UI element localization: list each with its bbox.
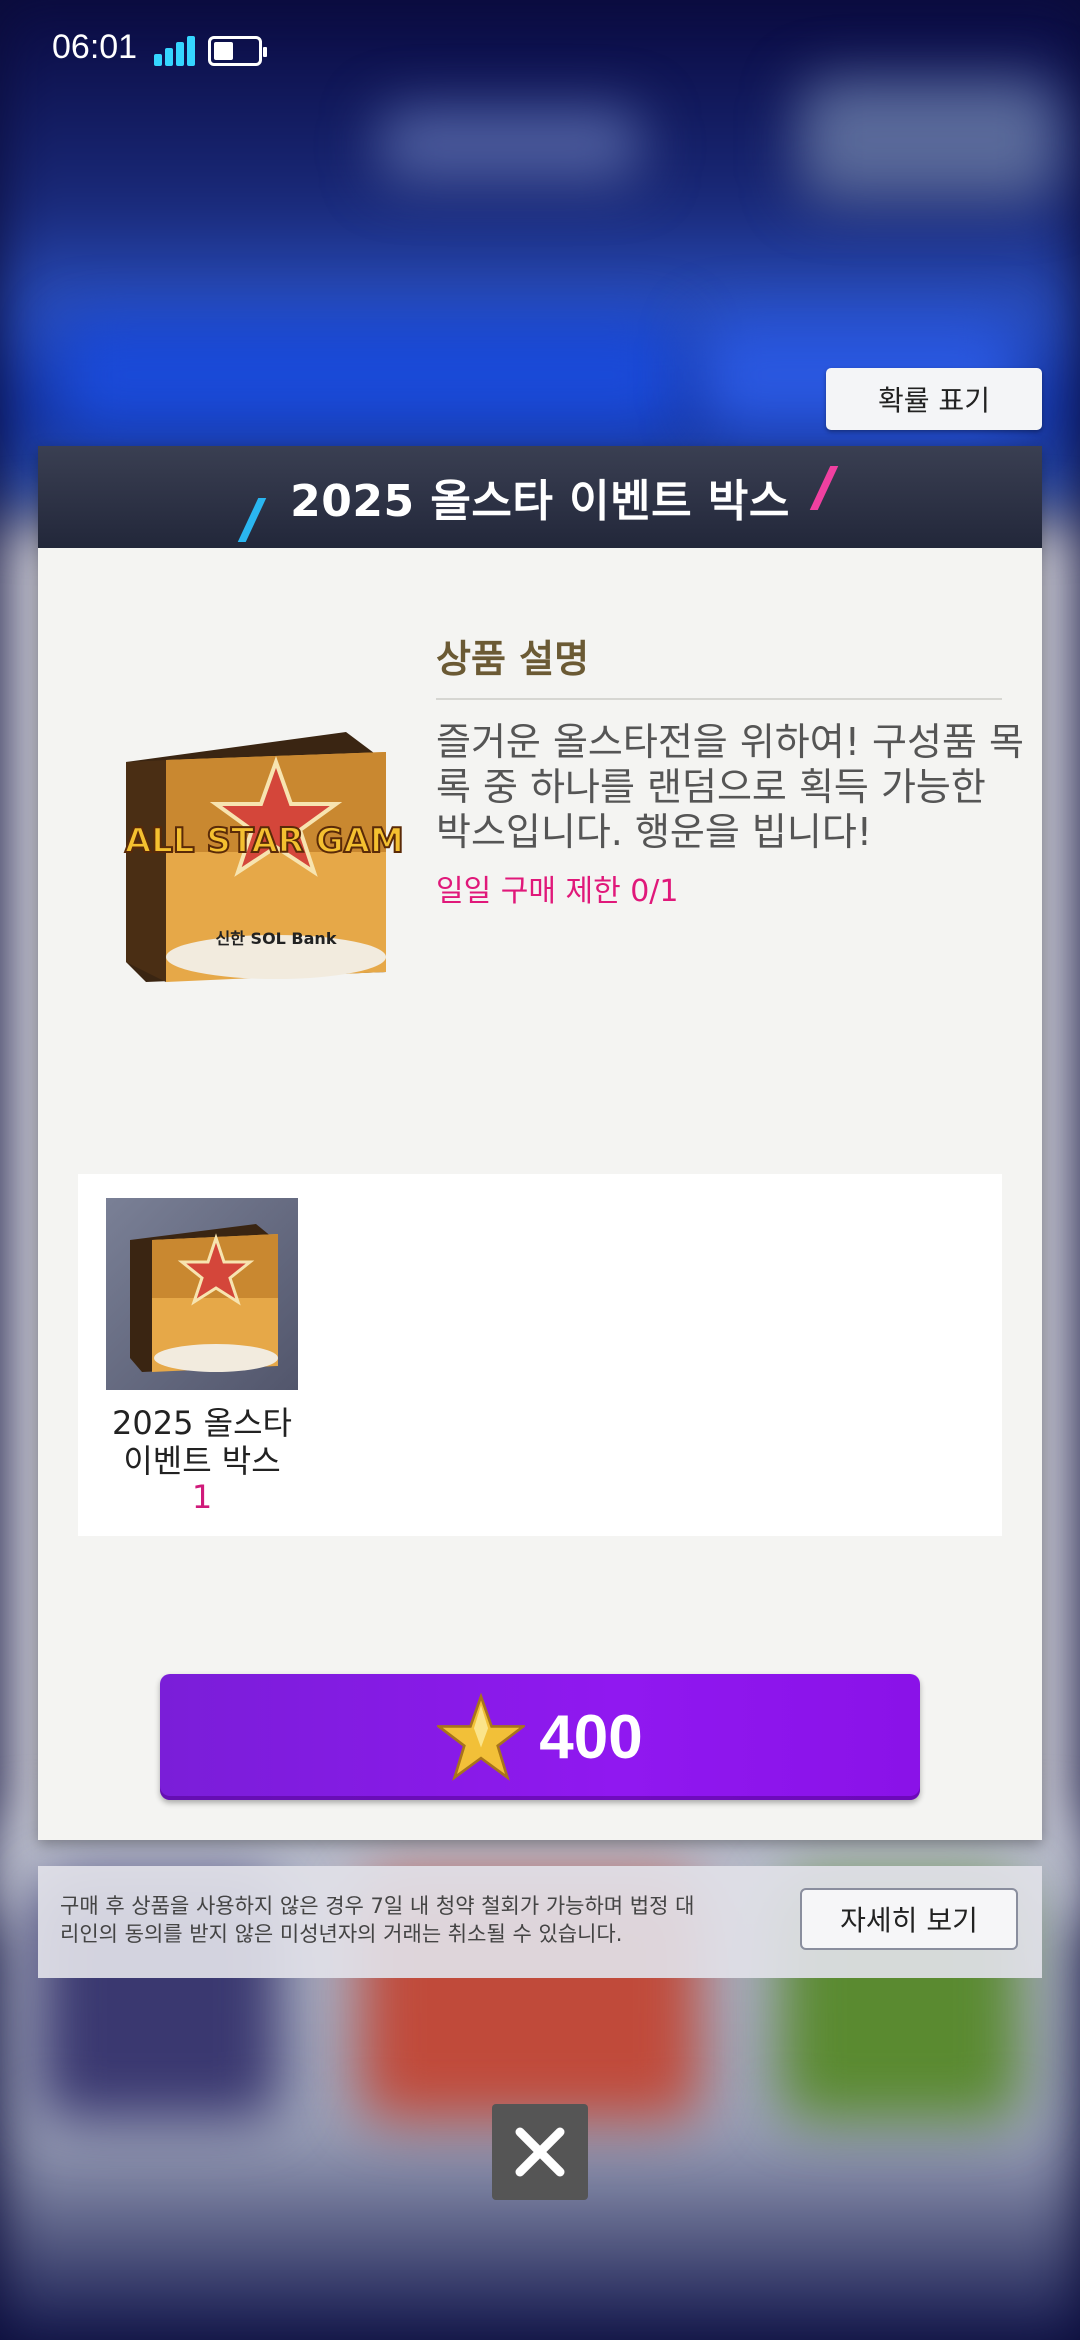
status-time: 06:01 [52,28,138,66]
item-name: 2025 올스타 이벤트 박스 [112,1404,292,1480]
purchase-limit: 일일 구매 제한 0/1 [436,874,679,909]
gold-star-icon [437,1693,526,1781]
dialog-title: 2025 올스타 이벤트 박스 [290,476,790,527]
box-sponsor-text: 신한 SOL Bank [216,929,337,948]
product-dialog: 2025 올스타 이벤트 박스 ALL STAR GAME 신한 SOL Ban… [38,446,1042,1840]
item-count: 1 [191,1478,213,1516]
refund-notice: 구매 후 상품을 사용하지 않은 경우 7일 내 청약 철회가 가능하며 법정 … [38,1866,1042,1978]
probability-button[interactable]: 확률 표기 [826,368,1042,430]
all-star-game-box-icon [106,1198,298,1390]
detail-button[interactable]: 자세히 보기 [800,1888,1018,1950]
description-heading: 상품 설명 [436,637,590,681]
buy-button[interactable]: 400 [160,1674,920,1800]
product-description: 즐거운 올스타전을 위하여! 구성품 목록 중 하나를 랜덤으로 획득 가능한 … [436,720,1024,854]
box-logo-text: ALL STAR GAME [125,821,406,861]
close-button[interactable] [492,2104,588,2200]
notice-text: 구매 후 상품을 사용하지 않은 경우 7일 내 청약 철회가 가능하며 법정 … [60,1894,695,1946]
status-bar: 06:01 [0,0,1080,100]
price-label: 400 [539,1702,643,1772]
signal-icon [154,34,196,66]
close-icon [515,2127,565,2177]
dialog-header: 2025 올스타 이벤트 박스 [38,446,1042,548]
item-list: 2025 올스타 이벤트 박스 1 [78,1174,1002,1536]
battery-icon [208,36,267,66]
divider [436,698,1002,700]
all-star-game-box-icon: ALL STAR GAME 신한 SOL Bank [86,732,428,992]
